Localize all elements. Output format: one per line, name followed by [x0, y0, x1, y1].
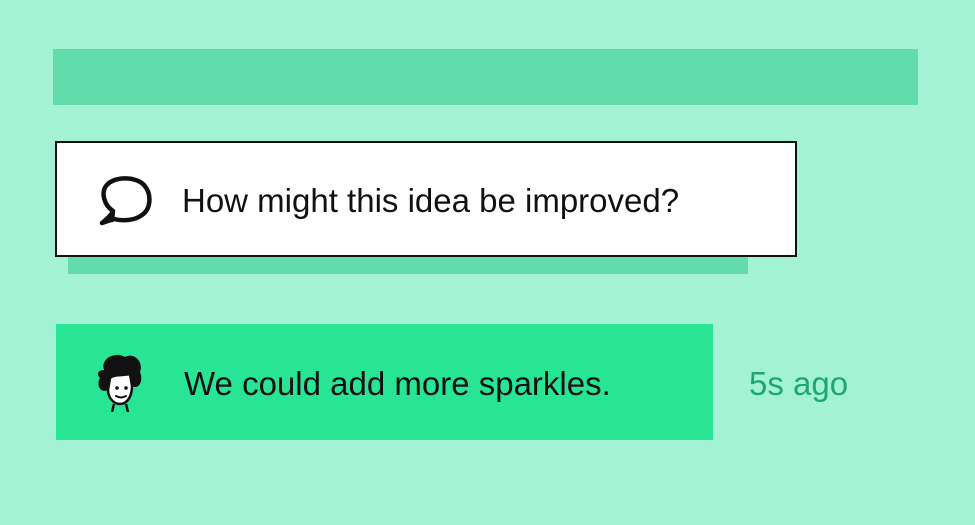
top-bar — [53, 49, 918, 105]
comment-timestamp: 5s ago — [749, 365, 849, 402]
user-avatar-icon — [97, 354, 142, 412]
speech-bubble-icon — [99, 176, 152, 226]
prompt-question: How might this idea be improved? — [182, 182, 680, 219]
comment-text: We could add more sparkles. — [184, 365, 611, 402]
